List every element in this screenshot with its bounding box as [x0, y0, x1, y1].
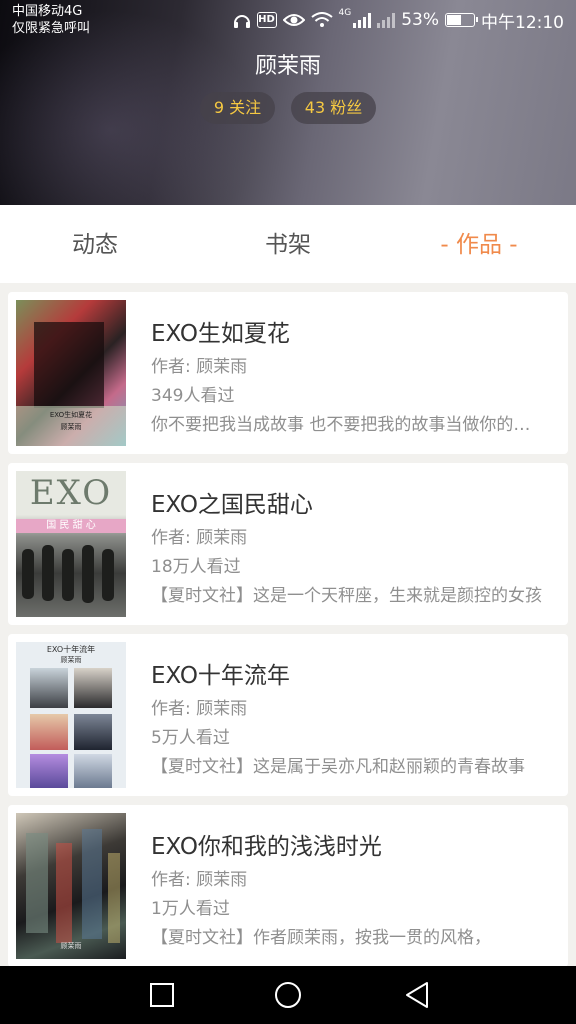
cover-author: 顾茉雨 [60, 942, 82, 950]
clock: 中午12:10 [481, 12, 564, 33]
following-button[interactable]: 9 关注 [200, 92, 275, 124]
book-cover-image: EXO十年流年 顾茉雨 [16, 642, 126, 788]
book-author: 作者: 顾茉雨 [151, 528, 248, 548]
tab-activity[interactable]: 动态 [40, 205, 150, 283]
tab-bar: 动态 书架 - 作品 - [0, 205, 576, 283]
battery-percent: 53% [401, 10, 439, 30]
signal-empty-icon [377, 12, 396, 28]
cover-title: EXO [29, 473, 113, 513]
headphones-icon [233, 15, 250, 28]
cover-subtitle: 国 民 甜 心 [46, 520, 96, 531]
book-title: EXO生如夏花 [151, 321, 290, 347]
book-cover-image: EXO 国 民 甜 心 [16, 471, 126, 617]
emergency-label: 仅限紧急呼叫 [12, 21, 91, 36]
network-type-label: 4G [338, 8, 352, 18]
book-card[interactable]: EXO生如夏花 顾茉雨 EXO生如夏花 作者: 顾茉雨 349人看过 你不要把我… [8, 292, 568, 454]
status-bar: 中国移动4G 仅限紧急呼叫 HD 4G 53% 中午12:10 [0, 0, 576, 40]
book-description: 你不要把我当成故事 也不要把我的故事当做你的故事 [151, 415, 543, 435]
book-author: 作者: 顾茉雨 [151, 699, 248, 719]
book-views: 18万人看过 [151, 557, 241, 577]
followers-button[interactable]: 43 粉丝 [291, 92, 376, 124]
book-description: 【夏时文社】作者顾茉雨，按我一贯的风格， [151, 928, 491, 948]
battery-icon [445, 13, 478, 27]
book-cover-image: EXO生如夏花 顾茉雨 [16, 300, 126, 446]
status-icons: HD 4G 53% 中午12:10 [233, 8, 564, 33]
book-card[interactable]: EXO十年流年 顾茉雨 EXO十年流年 作者: 顾茉雨 5万人看过 【夏时文社】… [8, 634, 568, 796]
book-description: 【夏时文社】这是属于吴亦凡和赵丽颖的青春故事 [151, 757, 525, 777]
cover-title: EXO生如夏花 [49, 411, 93, 419]
wifi-icon [310, 12, 333, 27]
book-title: EXO你和我的浅浅时光 [151, 834, 382, 860]
cover-author: 顾茉雨 [60, 423, 82, 431]
signal-icon [353, 12, 372, 28]
username: 顾茉雨 [254, 54, 321, 79]
cover-author: 顾茉雨 [60, 656, 82, 664]
carrier-name: 中国移动4G [12, 4, 83, 19]
book-title: EXO之国民甜心 [151, 492, 313, 518]
hd-icon: HD [256, 12, 277, 28]
tab-bookshelf[interactable]: 书架 [233, 205, 343, 283]
book-description: 【夏时文社】这是一个天秤座，生来就是颜控的女孩 [151, 586, 542, 606]
system-nav-bar [0, 966, 576, 1024]
home-icon[interactable] [273, 980, 303, 1010]
recent-apps-icon[interactable] [147, 980, 177, 1010]
back-icon[interactable] [402, 980, 432, 1010]
book-views: 1万人看过 [151, 899, 230, 919]
cover-title: EXO十年流年 [46, 645, 96, 654]
book-author: 作者: 顾茉雨 [151, 357, 248, 377]
eye-icon [282, 14, 305, 26]
profile-header: 中国移动4G 仅限紧急呼叫 HD 4G 53% 中午12:10 顾茉雨 9 关注… [0, 0, 576, 205]
book-card[interactable]: EXO 国 民 甜 心 EXO之国民甜心 作者: 顾茉雨 18万人看过 【夏时文… [8, 463, 568, 625]
works-list: EXO生如夏花 顾茉雨 EXO生如夏花 作者: 顾茉雨 349人看过 你不要把我… [8, 292, 568, 976]
book-views: 5万人看过 [151, 728, 230, 748]
carrier-info: 中国移动4G 仅限紧急呼叫 [12, 3, 90, 37]
book-views: 349人看过 [151, 386, 235, 406]
book-title: EXO十年流年 [151, 663, 290, 689]
book-card[interactable]: 顾茉雨 EXO你和我的浅浅时光 作者: 顾茉雨 1万人看过 【夏时文社】作者顾茉… [8, 805, 568, 967]
book-cover-image: 顾茉雨 [16, 813, 126, 959]
book-author: 作者: 顾茉雨 [151, 870, 248, 890]
tab-works[interactable]: - 作品 - [418, 205, 540, 283]
